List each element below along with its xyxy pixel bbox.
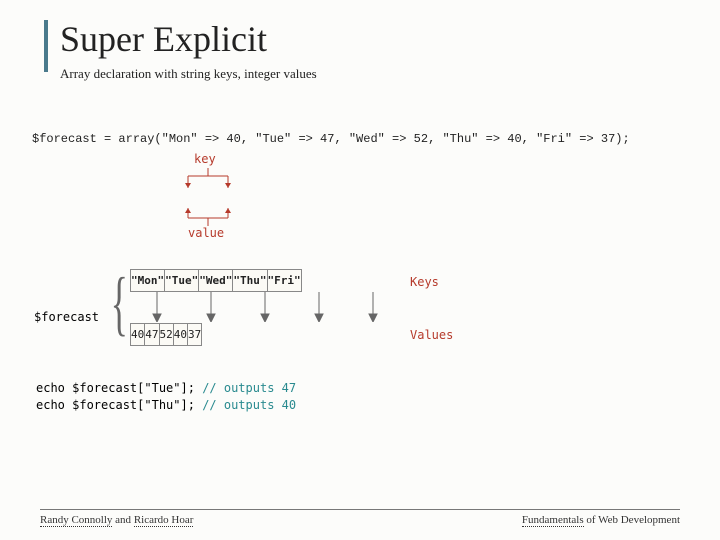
value-bracket-icon (180, 208, 236, 226)
value-cell: 37 (188, 324, 202, 346)
book-title-part: Fundamentals (522, 514, 584, 527)
key-bracket-icon (180, 168, 236, 194)
slide-footer: Randy Connolly and Ricardo Hoar Fundamen… (40, 509, 680, 526)
brace-icon: { (111, 267, 128, 339)
author-name: Randy Connolly (40, 514, 112, 527)
author-name: Ricardo Hoar (134, 514, 194, 527)
value-cell: 52 (159, 324, 173, 346)
key-cell: "Tue" (165, 270, 199, 292)
keys-side-label: Keys (410, 275, 439, 289)
value-cell: 40 (131, 324, 145, 346)
echo-line: echo $forecast["Tue"]; // outputs 47 (36, 380, 296, 397)
forecast-variable-label: $forecast (34, 310, 99, 324)
key-cell: "Mon" (131, 270, 165, 292)
value-cell: 40 (173, 324, 187, 346)
mapping-arrows-icon (130, 292, 400, 322)
echo-examples: echo $forecast["Tue"]; // outputs 47 ech… (36, 380, 296, 414)
key-cell: "Fri" (267, 270, 301, 292)
code-declaration: $forecast = array("Mon" => 40, "Tue" => … (32, 130, 680, 149)
values-table: 40 47 52 40 37 (130, 323, 202, 346)
key-annotation: key (194, 152, 216, 166)
key-cell: "Wed" (199, 270, 233, 292)
slide-title: Super Explicit (60, 18, 680, 60)
accent-bar (44, 20, 48, 72)
value-cell: 47 (145, 324, 159, 346)
slide-subtitle: Array declaration with string keys, inte… (60, 66, 680, 82)
keys-table: "Mon" "Tue" "Wed" "Thu" "Fri" (130, 269, 302, 292)
echo-line: echo $forecast["Thu"]; // outputs 40 (36, 397, 296, 414)
value-annotation: value (188, 226, 224, 240)
key-cell: "Thu" (233, 270, 267, 292)
values-side-label: Values (410, 328, 453, 342)
